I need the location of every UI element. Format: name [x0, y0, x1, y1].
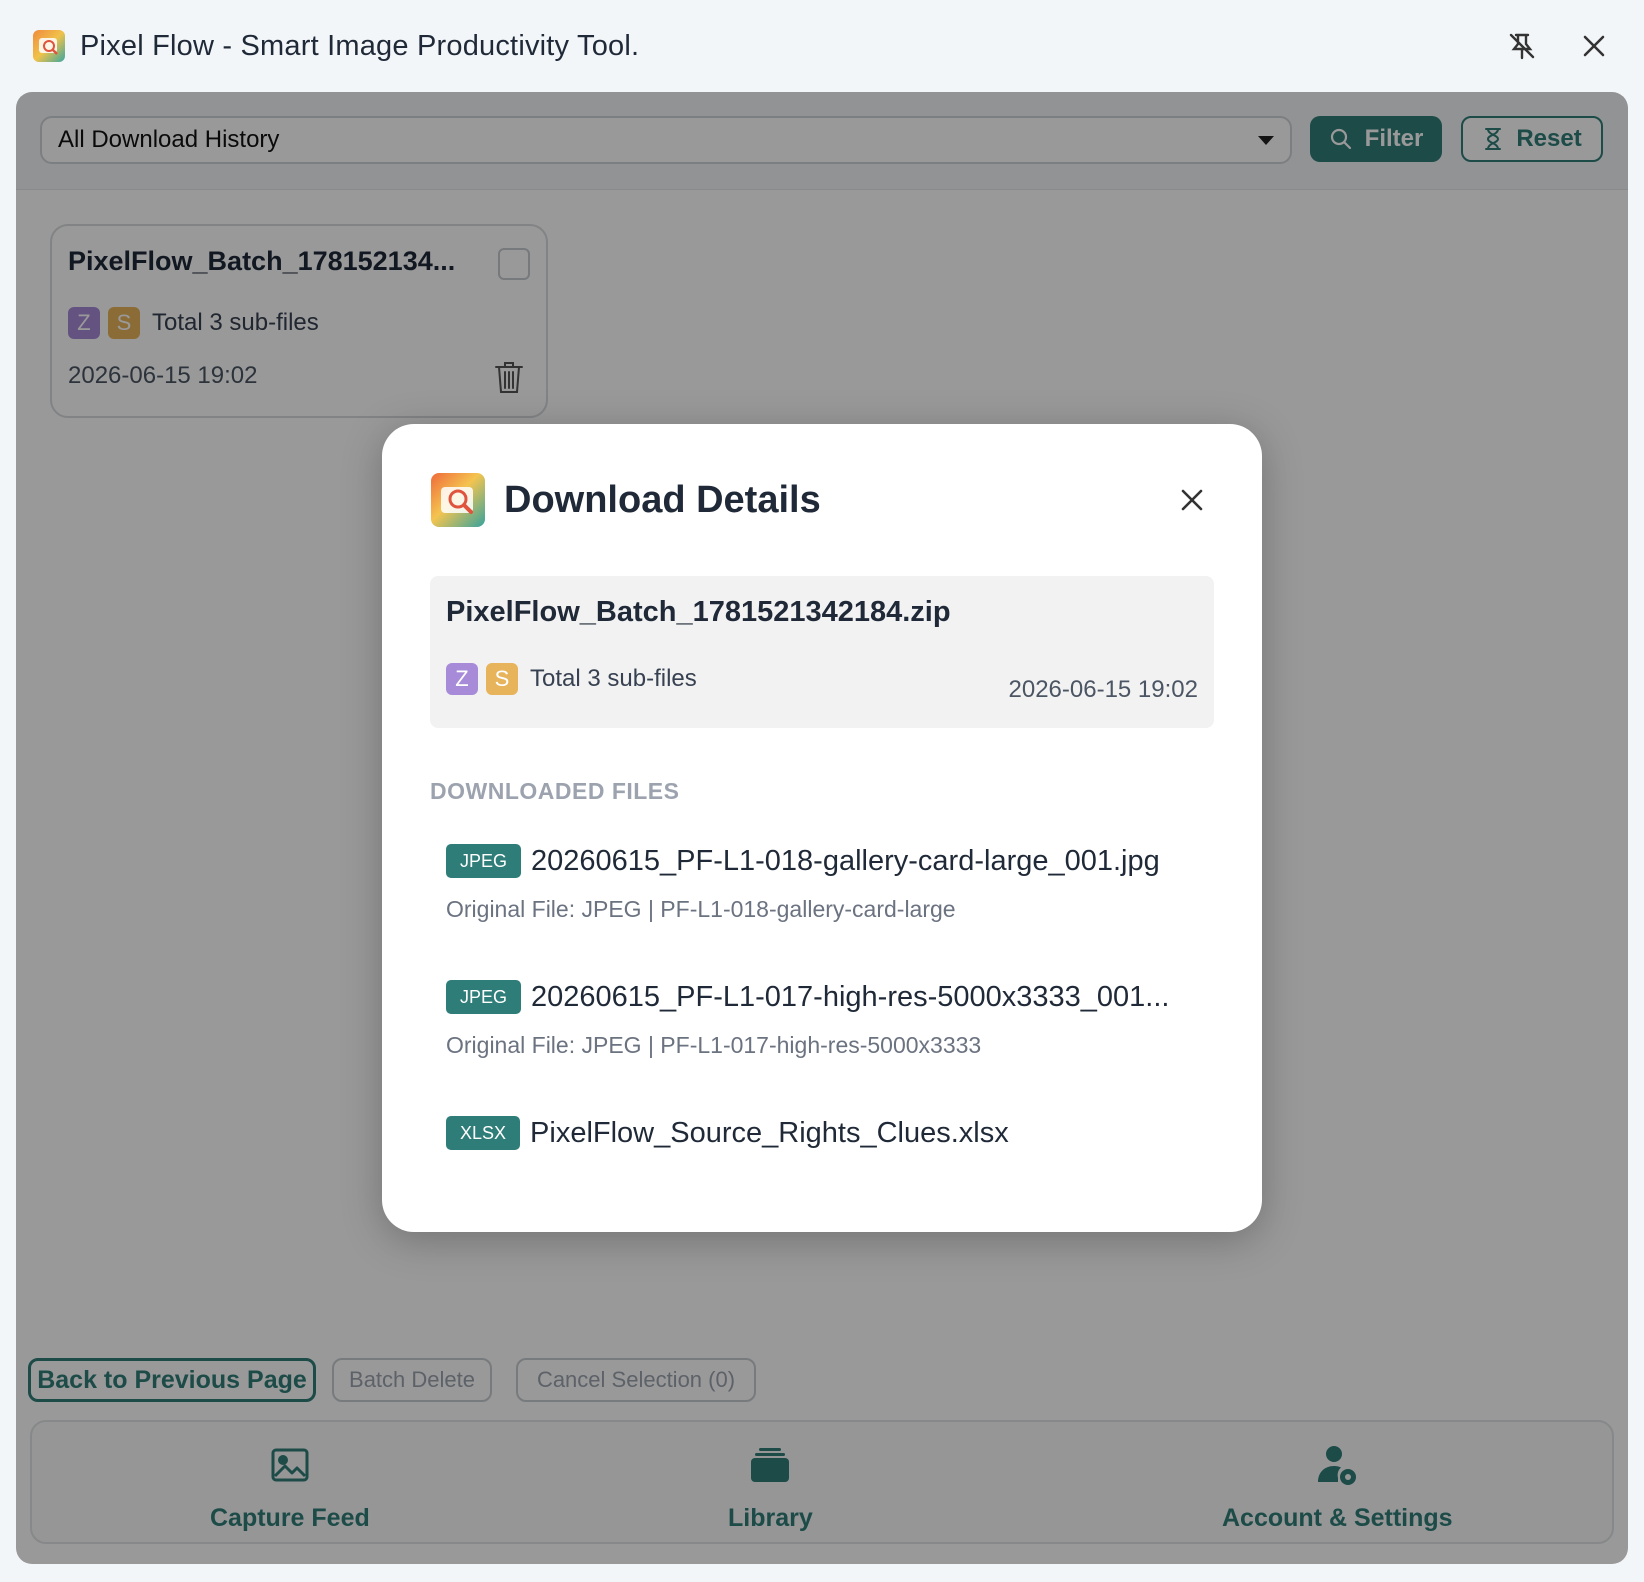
- file-type-badge: JPEG: [446, 844, 522, 878]
- app-logo-icon: [431, 473, 485, 527]
- badge-z: Z: [446, 663, 478, 695]
- modal-close-icon[interactable]: [1178, 486, 1206, 514]
- file-item[interactable]: JPEG 20260615_PF-L1-017-high-res-5000x33…: [446, 980, 1226, 1059]
- title-bar: Pixel Flow - Smart Image Productivity To…: [0, 0, 1644, 92]
- file-type-badge: XLSX: [446, 1116, 521, 1150]
- file-original-info: Original File: JPEG | PF-L1-018-gallery-…: [446, 896, 956, 922]
- file-item[interactable]: XLSX PixelFlow_Source_Rights_Clues.xlsx: [446, 1116, 1226, 1150]
- file-item[interactable]: JPEG 20260615_PF-L1-018-gallery-card-lar…: [446, 844, 1226, 923]
- zip-file-name: PixelFlow_Batch_1781521342184.zip: [446, 596, 951, 628]
- file-name: 20260615_PF-L1-017-high-res-5000x3333_00…: [531, 980, 1170, 1013]
- modal-title: Download Details: [504, 478, 821, 521]
- modal-header: Download Details: [430, 472, 821, 528]
- summary-date: 2026-06-15 19:02: [1008, 676, 1199, 703]
- badge-s: S: [486, 663, 518, 695]
- file-original-info: Original File: JPEG | PF-L1-017-high-res…: [446, 1032, 982, 1058]
- download-details-modal: Download Details PixelFlow_Batch_1781521…: [382, 424, 1262, 1232]
- downloaded-files-label: DOWNLOADED FILES: [430, 778, 680, 804]
- app-logo-icon: [33, 30, 65, 62]
- download-summary: PixelFlow_Batch_1781521342184.zip Z S To…: [430, 576, 1214, 728]
- unpin-button[interactable]: [1504, 28, 1540, 64]
- file-type-badge: JPEG: [446, 980, 522, 1014]
- window-close-button[interactable]: [1576, 28, 1612, 64]
- unpin-icon: [1509, 33, 1535, 60]
- summary-sub-files: Total 3 sub-files: [530, 665, 697, 692]
- window-title: Pixel Flow - Smart Image Productivity To…: [80, 29, 640, 62]
- close-icon: [1583, 35, 1605, 57]
- file-name: 20260615_PF-L1-018-gallery-card-large_00…: [531, 844, 1160, 877]
- file-name: PixelFlow_Source_Rights_Clues.xlsx: [530, 1116, 1009, 1149]
